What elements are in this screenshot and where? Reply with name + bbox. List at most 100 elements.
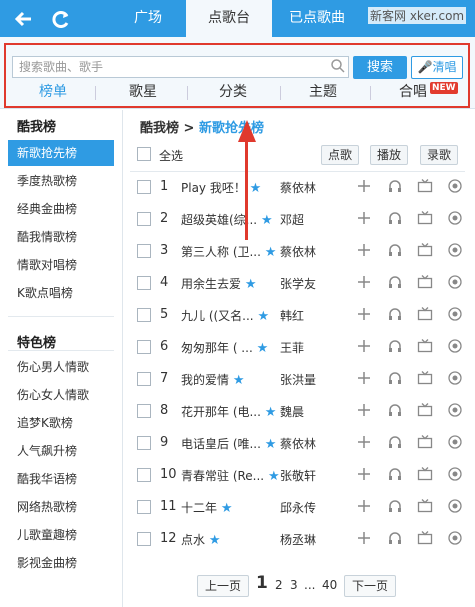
sidebar-item[interactable]: 经典金曲榜	[8, 196, 114, 222]
song-checkbox[interactable]	[137, 340, 151, 354]
breadcrumb-root[interactable]: 酷我榜	[140, 121, 179, 136]
song-checkbox[interactable]	[137, 212, 151, 226]
next-page-button[interactable]: 下一页	[344, 575, 396, 597]
headphones-icon[interactable]	[387, 498, 403, 514]
page-link[interactable]: 2	[275, 574, 283, 596]
song-title[interactable]: 第三人称 (卫... ★	[181, 243, 276, 260]
headphones-icon[interactable]	[387, 242, 403, 258]
song-row[interactable]: 3 第三人称 (卫... ★ 蔡依林	[130, 236, 465, 266]
song-artist[interactable]: 张敬轩	[280, 467, 316, 484]
song-checkbox[interactable]	[137, 180, 151, 194]
song-title[interactable]: 青春常驻 (Re... ★	[181, 467, 280, 484]
song-row[interactable]: 7 我的爱情 ★ 张洪量	[130, 364, 465, 394]
add-icon[interactable]	[356, 306, 372, 322]
song-checkbox[interactable]	[137, 468, 151, 482]
headphones-icon[interactable]	[387, 466, 403, 482]
add-icon[interactable]	[356, 210, 372, 226]
song-title[interactable]: 我的爱情 ★	[181, 371, 245, 388]
song-title[interactable]: 点水 ★	[181, 531, 221, 548]
record-circle-icon[interactable]	[447, 274, 463, 290]
tab-plaza[interactable]: 广场	[112, 0, 184, 37]
song-title[interactable]: 花开那年 (电... ★	[181, 403, 276, 420]
song-title[interactable]: 电话皇后 (唯... ★	[181, 435, 276, 452]
add-icon[interactable]	[356, 402, 372, 418]
refresh-icon[interactable]	[50, 8, 72, 30]
song-checkbox[interactable]	[137, 500, 151, 514]
song-row[interactable]: 10 青春常驻 (Re... ★ 张敬轩	[130, 460, 465, 490]
add-icon[interactable]	[356, 498, 372, 514]
add-icon[interactable]	[356, 466, 372, 482]
song-checkbox[interactable]	[137, 436, 151, 450]
add-icon[interactable]	[356, 242, 372, 258]
sidebar-item[interactable]: 影视金曲榜	[8, 550, 114, 576]
sidebar-item[interactable]: 酷我情歌榜	[8, 224, 114, 250]
sidebar-item[interactable]: 追梦K歌榜	[8, 410, 114, 436]
headphones-icon[interactable]	[387, 338, 403, 354]
tv-icon[interactable]	[417, 434, 433, 450]
tv-icon[interactable]	[417, 466, 433, 482]
song-row[interactable]: 9 电话皇后 (唯... ★ 蔡依林	[130, 428, 465, 458]
record-circle-icon[interactable]	[447, 402, 463, 418]
tv-icon[interactable]	[417, 402, 433, 418]
select-all-checkbox[interactable]	[137, 147, 151, 161]
song-artist[interactable]: 张洪量	[280, 371, 316, 388]
tab-ordered-songs[interactable]: 已点歌曲	[276, 0, 358, 37]
song-checkbox[interactable]	[137, 244, 151, 258]
tv-icon[interactable]	[417, 530, 433, 546]
record-circle-icon[interactable]	[447, 530, 463, 546]
song-title[interactable]: 匆匆那年 ( ... ★	[181, 339, 268, 356]
record-circle-icon[interactable]	[447, 338, 463, 354]
song-row[interactable]: 12 点水 ★ 杨丞琳	[130, 524, 465, 554]
song-row[interactable]: 8 花开那年 (电... ★ 魏晨	[130, 396, 465, 426]
song-checkbox[interactable]	[137, 404, 151, 418]
add-icon[interactable]	[356, 370, 372, 386]
sidebar-item[interactable]: 网络热歌榜	[8, 494, 114, 520]
add-icon[interactable]	[356, 530, 372, 546]
prev-page-button[interactable]: 上一页	[197, 575, 249, 597]
headphones-icon[interactable]	[387, 434, 403, 450]
record-circle-icon[interactable]	[447, 306, 463, 322]
headphones-icon[interactable]	[387, 210, 403, 226]
song-checkbox[interactable]	[137, 276, 151, 290]
play-button[interactable]: 播放	[370, 145, 408, 165]
song-row[interactable]: 11 十二年 ★ 邱永传	[130, 492, 465, 522]
song-artist[interactable]: 魏晨	[280, 403, 304, 420]
add-icon[interactable]	[356, 434, 372, 450]
record-circle-icon[interactable]	[447, 370, 463, 386]
tv-icon[interactable]	[417, 498, 433, 514]
tv-icon[interactable]	[417, 306, 433, 322]
song-title[interactable]: Play 我呸！ ★	[181, 179, 261, 196]
song-row[interactable]: 5 九儿 ((又名... ★ 韩红	[130, 300, 465, 330]
tab-song-request[interactable]: 点歌台	[186, 0, 272, 37]
song-title[interactable]: 超级英雄(综... ★	[181, 211, 273, 228]
song-row[interactable]: 2 超级英雄(综... ★ 邓超	[130, 204, 465, 234]
tv-icon[interactable]	[417, 242, 433, 258]
sidebar-item[interactable]: K歌点唱榜	[8, 280, 114, 306]
sidebar-item[interactable]: 儿歌童趣榜	[8, 522, 114, 548]
record-circle-icon[interactable]	[447, 242, 463, 258]
add-icon[interactable]	[356, 338, 372, 354]
sidebar-item[interactable]: 人气飙升榜	[8, 438, 114, 464]
song-title[interactable]: 九儿 ((又名... ★	[181, 307, 269, 324]
headphones-icon[interactable]	[387, 530, 403, 546]
song-checkbox[interactable]	[137, 372, 151, 386]
headphones-icon[interactable]	[387, 274, 403, 290]
song-artist[interactable]: 王菲	[280, 339, 304, 356]
tv-icon[interactable]	[417, 210, 433, 226]
record-circle-icon[interactable]	[447, 466, 463, 482]
song-artist[interactable]: 杨丞琳	[280, 531, 316, 548]
song-checkbox[interactable]	[137, 308, 151, 322]
sidebar-item[interactable]: 季度热歌榜	[8, 168, 114, 194]
add-icon[interactable]	[356, 274, 372, 290]
tv-icon[interactable]	[417, 370, 433, 386]
tv-icon[interactable]	[417, 178, 433, 194]
song-row[interactable]: 6 匆匆那年 ( ... ★ 王菲	[130, 332, 465, 362]
page-link[interactable]: 40	[322, 574, 337, 596]
song-checkbox[interactable]	[137, 532, 151, 546]
song-artist[interactable]: 韩红	[280, 307, 304, 324]
record-button[interactable]: 录歌	[420, 145, 458, 165]
headphones-icon[interactable]	[387, 370, 403, 386]
song-artist[interactable]: 蔡依林	[280, 179, 316, 196]
sidebar-item[interactable]: 伤心男人情歌	[8, 354, 114, 380]
order-button[interactable]: 点歌	[321, 145, 359, 165]
